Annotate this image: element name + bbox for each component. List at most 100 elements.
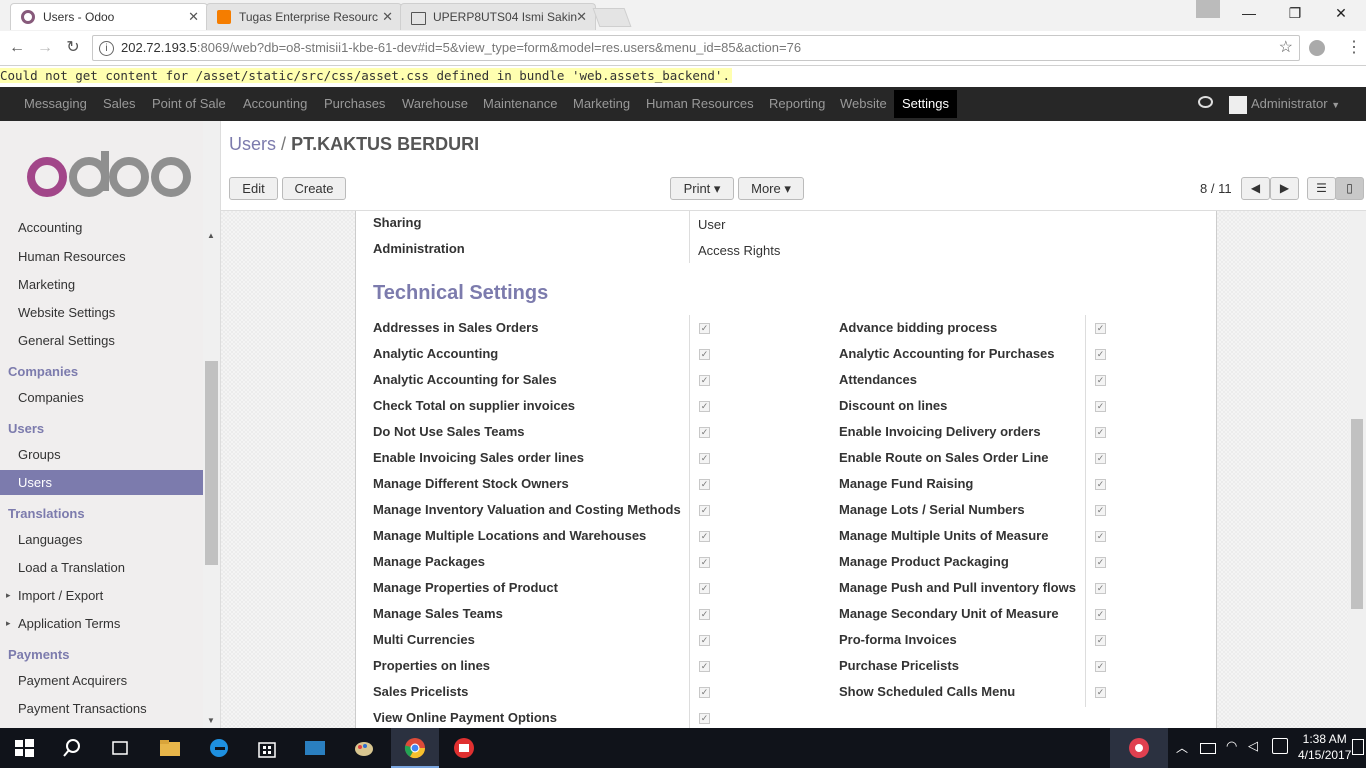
- setting-checkbox-right[interactable]: ✓: [1095, 531, 1106, 542]
- sidebar-item-marketing[interactable]: Marketing: [18, 277, 75, 292]
- chat-icon[interactable]: [1198, 96, 1213, 108]
- list-view-button[interactable]: ☰: [1307, 177, 1336, 200]
- breadcrumb-users-link[interactable]: Users: [229, 134, 276, 154]
- setting-checkbox-left[interactable]: ✓: [699, 687, 710, 698]
- browser-tab-tugas[interactable]: Tugas Enterprise Resourc ✕: [206, 3, 402, 30]
- wifi-icon[interactable]: ◠: [1226, 738, 1237, 754]
- scroll-down-icon[interactable]: ▼: [207, 716, 215, 725]
- language-icon[interactable]: [1272, 738, 1288, 754]
- menu-marketing[interactable]: Marketing: [573, 87, 630, 121]
- reload-icon[interactable]: ↻: [62, 37, 84, 59]
- setting-checkbox-left[interactable]: ✓: [699, 505, 710, 516]
- profile-icon[interactable]: [1196, 0, 1220, 18]
- menu-point-of-sale[interactable]: Point of Sale: [152, 87, 226, 121]
- setting-checkbox-left[interactable]: ✓: [699, 479, 710, 490]
- setting-checkbox-right[interactable]: ✓: [1095, 453, 1106, 464]
- back-arrow-icon[interactable]: ←: [6, 37, 28, 59]
- setting-checkbox-left[interactable]: ✓: [699, 661, 710, 672]
- sidebar-item-load-translation[interactable]: Load a Translation: [18, 560, 125, 575]
- sidebar-item-website-settings[interactable]: Website Settings: [18, 305, 115, 320]
- setting-checkbox-left[interactable]: ✓: [699, 349, 710, 360]
- setting-checkbox-right[interactable]: ✓: [1095, 323, 1106, 334]
- setting-checkbox-right[interactable]: ✓: [1095, 427, 1106, 438]
- setting-checkbox-left[interactable]: ✓: [699, 557, 710, 568]
- menu-reporting[interactable]: Reporting: [769, 87, 825, 121]
- mail-icon[interactable]: [452, 736, 476, 760]
- menu-website[interactable]: Website: [840, 87, 887, 121]
- battery-icon[interactable]: [1200, 743, 1216, 754]
- sidebar-item-general-settings[interactable]: General Settings: [18, 333, 115, 348]
- sidebar-item-users[interactable]: Users: [0, 470, 203, 495]
- content-scroll-thumb[interactable]: [1351, 419, 1363, 609]
- menu-warehouse[interactable]: Warehouse: [402, 87, 468, 121]
- sidebar-item-human-resources[interactable]: Human Resources: [18, 249, 126, 264]
- setting-checkbox-right[interactable]: ✓: [1095, 349, 1106, 360]
- setting-checkbox-right[interactable]: ✓: [1095, 661, 1106, 672]
- chrome-icon[interactable]: [403, 736, 427, 760]
- user-menu[interactable]: Administrator ▼: [1251, 87, 1340, 122]
- search-icon[interactable]: [60, 736, 84, 760]
- close-tab-icon[interactable]: ✕: [382, 4, 393, 30]
- action-center-icon[interactable]: [1352, 739, 1364, 755]
- close-tab-icon[interactable]: ✕: [576, 4, 587, 30]
- form-view-button[interactable]: ▯: [1335, 177, 1364, 200]
- system-clock[interactable]: 1:38 AM 4/15/2017: [1298, 731, 1351, 763]
- setting-checkbox-right[interactable]: ✓: [1095, 479, 1106, 490]
- store-icon[interactable]: [255, 736, 279, 760]
- setting-checkbox-right[interactable]: ✓: [1095, 609, 1106, 620]
- menu-maintenance[interactable]: Maintenance: [483, 87, 557, 121]
- setting-checkbox-right[interactable]: ✓: [1095, 375, 1106, 386]
- sidebar-item-application-terms[interactable]: Application Terms: [18, 616, 120, 631]
- setting-checkbox-left[interactable]: ✓: [699, 635, 710, 646]
- sidebar-item-payment-acquirers[interactable]: Payment Acquirers: [18, 673, 127, 688]
- setting-checkbox-right[interactable]: ✓: [1095, 687, 1106, 698]
- menu-human-resources[interactable]: Human Resources: [646, 87, 754, 121]
- sidebar-head-companies[interactable]: Companies: [8, 364, 78, 379]
- menu-accounting[interactable]: Accounting: [243, 87, 307, 121]
- paint-icon[interactable]: [352, 736, 376, 760]
- avatar[interactable]: [1229, 96, 1247, 114]
- edge-browser-icon[interactable]: [207, 736, 231, 760]
- sidebar-head-translations[interactable]: Translations: [8, 506, 85, 521]
- setting-checkbox-left[interactable]: ✓: [699, 401, 710, 412]
- sidebar-item-import-export[interactable]: Import / Export: [18, 588, 103, 603]
- chrome-menu-icon[interactable]: ⋮: [1346, 37, 1362, 59]
- task-view-icon[interactable]: [108, 736, 132, 760]
- setting-checkbox-left[interactable]: ✓: [699, 375, 710, 386]
- minimize-icon[interactable]: —: [1226, 0, 1272, 28]
- show-hidden-icons-icon[interactable]: ︿: [1176, 739, 1188, 756]
- browser-tab-users-odoo[interactable]: Users - Odoo ✕: [10, 3, 208, 30]
- sidebar-head-payments[interactable]: Payments: [8, 647, 69, 662]
- windows-start-icon[interactable]: [12, 736, 36, 760]
- scroll-up-icon[interactable]: ▲: [207, 231, 215, 240]
- administration-value[interactable]: Access Rights: [698, 243, 780, 258]
- new-tab-button[interactable]: [592, 8, 632, 27]
- setting-checkbox-left[interactable]: ✓: [699, 609, 710, 620]
- edit-button[interactable]: Edit: [229, 177, 278, 200]
- close-tab-icon[interactable]: ✕: [188, 4, 199, 30]
- more-button[interactable]: More ▾: [738, 177, 804, 200]
- setting-checkbox-left[interactable]: ✓: [699, 531, 710, 542]
- menu-messaging[interactable]: Messaging: [24, 87, 87, 121]
- menu-purchases[interactable]: Purchases: [324, 87, 385, 121]
- close-window-icon[interactable]: ✕: [1318, 0, 1364, 28]
- next-record-button[interactable]: ▶: [1270, 177, 1299, 200]
- extension-icon[interactable]: [1309, 40, 1325, 56]
- forward-arrow-icon[interactable]: →: [34, 37, 56, 59]
- setting-checkbox-left[interactable]: ✓: [699, 713, 710, 724]
- tray-app-icon[interactable]: [1127, 736, 1151, 760]
- setting-checkbox-left[interactable]: ✓: [699, 583, 710, 594]
- sidebar-scroll-thumb[interactable]: [205, 361, 218, 565]
- setting-checkbox-left[interactable]: ✓: [699, 323, 710, 334]
- sidebar-item-groups[interactable]: Groups: [18, 447, 61, 462]
- previous-record-button[interactable]: ◀: [1241, 177, 1270, 200]
- bookmark-star-icon[interactable]: ☆: [1279, 36, 1293, 60]
- setting-checkbox-left[interactable]: ✓: [699, 427, 710, 438]
- sidebar-item-payment-transactions[interactable]: Payment Transactions: [18, 701, 147, 716]
- setting-checkbox-right[interactable]: ✓: [1095, 505, 1106, 516]
- sidebar-item-companies[interactable]: Companies: [18, 390, 84, 405]
- file-explorer-icon[interactable]: [158, 736, 182, 760]
- browser-tab-uperp[interactable]: UPERP8UTS04 Ismi Sakin ✕: [400, 3, 596, 30]
- sidebar-item-accounting[interactable]: Accounting: [18, 220, 82, 235]
- sharing-value[interactable]: User: [698, 217, 725, 232]
